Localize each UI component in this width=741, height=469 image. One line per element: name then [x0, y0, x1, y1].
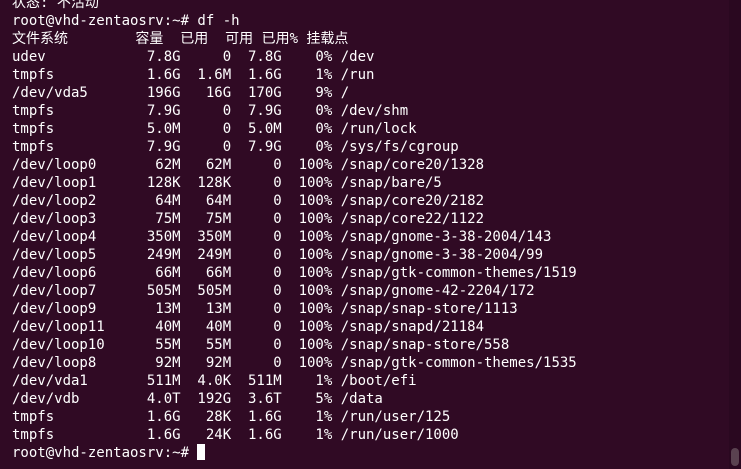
df-row: tmpfs 5.0M 0 5.0M 0% /run/lock	[12, 121, 417, 137]
scrollbar-thumb[interactable]	[731, 448, 739, 466]
scrollbar[interactable]	[729, 0, 741, 469]
df-row: tmpfs 1.6G 24K 1.6G 1% /run/user/1000	[12, 427, 459, 443]
terminal-line: root@vhd-zentaosrv:~# df -h	[12, 13, 240, 29]
text-cursor	[197, 444, 206, 460]
df-row: /dev/vdb 4.0T 192G 3.6T 5% /data	[12, 391, 383, 407]
terminal-output: 状态: 不活动 root@vhd-zentaosrv:~# df -h 文件系统…	[12, 0, 725, 462]
df-row: /dev/loop1 128K 128K 0 100% /snap/bare/5	[12, 175, 442, 191]
terminal-line: 状态: 不活动	[12, 0, 99, 11]
df-header-line: 文件系统 容量 已用 可用 已用% 挂载点	[12, 31, 349, 47]
df-row: /dev/loop0 62M 62M 0 100% /snap/core20/1…	[12, 157, 485, 173]
terminal-window[interactable]: 状态: 不活动 root@vhd-zentaosrv:~# df -h 文件系统…	[0, 0, 741, 469]
df-row: tmpfs 7.9G 0 7.9G 0% /sys/fs/cgroup	[12, 139, 459, 155]
df-row: /dev/vda1 511M 4.0K 511M 1% /boot/efi	[12, 373, 417, 389]
df-row: /dev/vda5 196G 16G 170G 9% /	[12, 85, 350, 101]
df-row: /dev/loop3 75M 75M 0 100% /snap/core22/1…	[12, 211, 485, 227]
df-row: /dev/loop6 66M 66M 0 100% /snap/gtk-comm…	[12, 265, 577, 281]
df-row: /dev/loop11 40M 40M 0 100% /snap/snapd/2…	[12, 319, 485, 335]
df-row: /dev/loop10 55M 55M 0 100% /snap/snap-st…	[12, 337, 510, 353]
df-row: /dev/loop8 92M 92M 0 100% /snap/gtk-comm…	[12, 355, 577, 371]
df-row: /dev/loop4 350M 350M 0 100% /snap/gnome-…	[12, 229, 552, 245]
df-row: /dev/loop2 64M 64M 0 100% /snap/core20/2…	[12, 193, 485, 209]
shell-prompt: root@vhd-zentaosrv:~#	[12, 445, 198, 461]
df-row: tmpfs 1.6G 28K 1.6G 1% /run/user/125	[12, 409, 451, 425]
df-row: udev 7.8G 0 7.8G 0% /dev	[12, 49, 375, 65]
df-row: /dev/loop9 13M 13M 0 100% /snap/snap-sto…	[12, 301, 518, 317]
prompt-line[interactable]: root@vhd-zentaosrv:~#	[12, 444, 725, 462]
df-row: tmpfs 7.9G 0 7.9G 0% /dev/shm	[12, 103, 409, 119]
df-row: tmpfs 1.6G 1.6M 1.6G 1% /run	[12, 67, 375, 83]
df-row: /dev/loop5 249M 249M 0 100% /snap/gnome-…	[12, 247, 544, 263]
df-row: /dev/loop7 505M 505M 0 100% /snap/gnome-…	[12, 283, 535, 299]
